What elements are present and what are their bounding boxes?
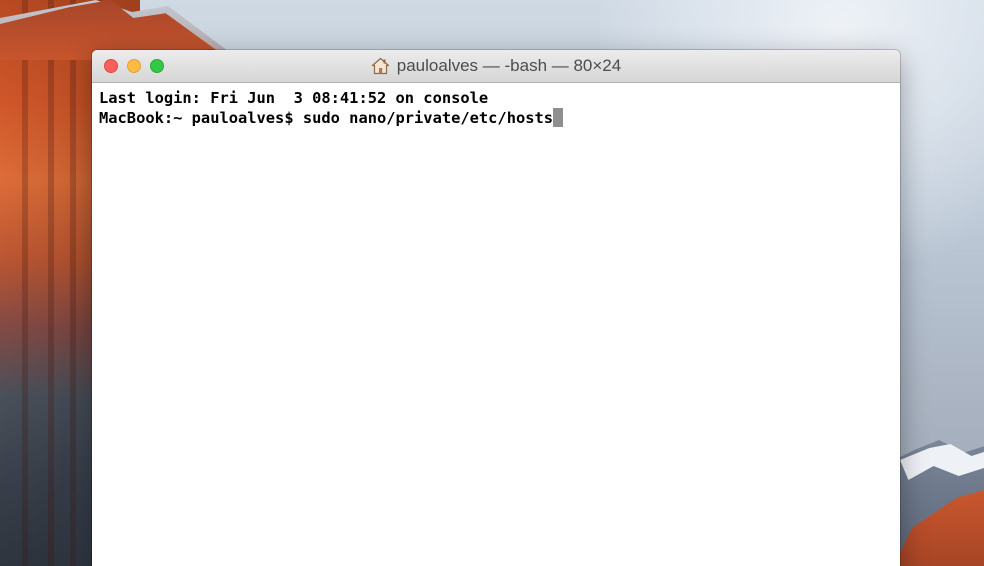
window-controls (104, 59, 164, 73)
minimize-button[interactable] (127, 59, 141, 73)
terminal-line-prompt[interactable]: MacBook:~ pauloalves$ sudo nano/private/… (99, 108, 893, 128)
window-title-text: pauloalves — -bash — 80×24 (396, 56, 622, 75)
home-icon (371, 57, 390, 75)
terminal-line-login: Last login: Fri Jun 3 08:41:52 on consol… (99, 89, 489, 107)
zoom-button[interactable] (150, 59, 164, 73)
window-titlebar[interactable]: pauloalves — -bash — 80×24 (92, 50, 900, 83)
close-button[interactable] (104, 59, 118, 73)
prompt-command: MacBook:~ pauloalves$ sudo nano/private/… (99, 109, 554, 127)
terminal-window[interactable]: pauloalves — -bash — 80×24 Last login: F… (92, 50, 900, 566)
terminal-content[interactable]: Last login: Fri Jun 3 08:41:52 on consol… (92, 83, 900, 133)
text-cursor (553, 108, 564, 127)
window-title: pauloalves — -bash — 80×24 (371, 56, 621, 76)
